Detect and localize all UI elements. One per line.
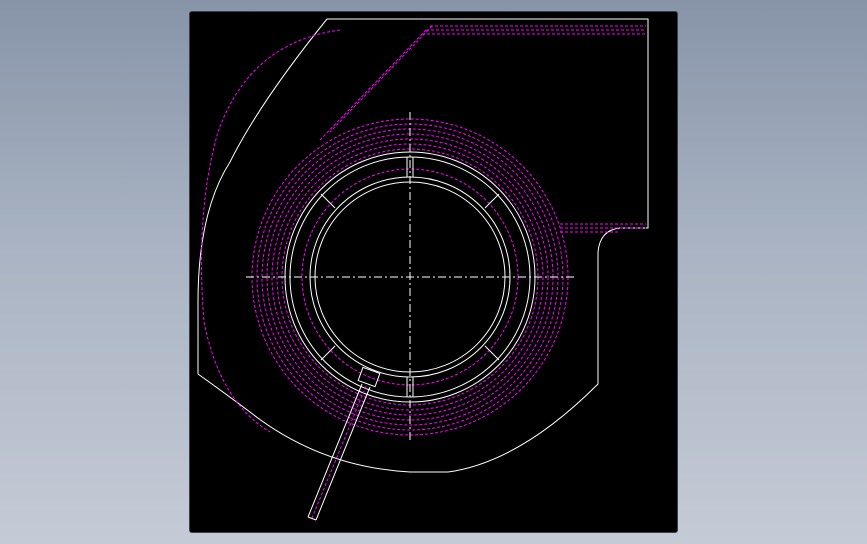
cad-viewport[interactable] [190, 12, 677, 532]
scroll-hidden-arc [200, 29, 341, 433]
fan-housing-drawing [197, 18, 649, 521]
support-strut [307, 366, 381, 521]
centerlines [246, 112, 574, 442]
outlet-duct [319, 25, 646, 233]
strut-hidden [311, 385, 367, 519]
